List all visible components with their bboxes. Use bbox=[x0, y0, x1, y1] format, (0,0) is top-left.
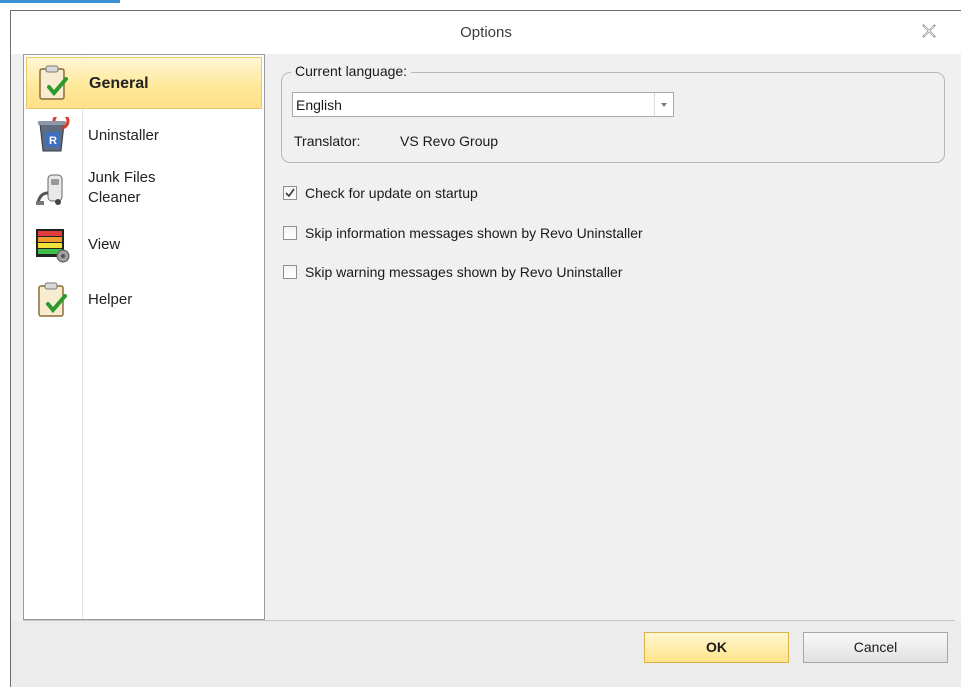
translator-value: VS Revo Group bbox=[400, 133, 499, 149]
check-update-label: Check for update on startup bbox=[305, 185, 478, 201]
recycle-bin-icon: R bbox=[34, 112, 70, 153]
sidebar-item-label: General bbox=[89, 75, 149, 92]
options-sidebar: General R Uninstaller Junk Files Cleaner… bbox=[23, 54, 265, 620]
sidebar-item-label: Uninstaller bbox=[88, 127, 159, 144]
sidebar-item-label: View bbox=[88, 236, 121, 253]
dialog-body: General R Uninstaller Junk Files Cleaner… bbox=[11, 54, 961, 620]
vacuum-cleaner-icon bbox=[34, 171, 70, 207]
sidebar-item-label: Junk Files Cleaner bbox=[88, 169, 156, 206]
sidebar-item-view[interactable]: View bbox=[26, 221, 262, 269]
sidebar-item-helper[interactable]: Helper bbox=[26, 275, 262, 325]
chevron-down-icon[interactable] bbox=[654, 93, 673, 116]
clipboard-check-icon bbox=[34, 282, 70, 318]
checkbox-unchecked[interactable] bbox=[283, 226, 297, 240]
sidebar-item-uninstaller[interactable]: R Uninstaller bbox=[26, 112, 262, 157]
color-grid-icon bbox=[34, 227, 70, 263]
language-group: Current language: English Translator: VS… bbox=[281, 63, 945, 163]
language-select-value: English bbox=[296, 97, 342, 113]
translator-label: Translator: bbox=[294, 133, 361, 149]
skip-warning-messages-label: Skip warning messages shown by Revo Unin… bbox=[305, 264, 623, 280]
checkbox-unchecked[interactable] bbox=[283, 265, 297, 279]
skip-info-messages-label: Skip information messages shown by Revo … bbox=[305, 225, 643, 241]
language-group-label: Current language: bbox=[291, 63, 412, 79]
cancel-button[interactable]: Cancel bbox=[803, 632, 948, 663]
options-dialog: Options General R Uninstaller Junk Files… bbox=[10, 10, 961, 687]
clipboard-check-icon bbox=[35, 65, 71, 101]
title-bar: Options bbox=[11, 11, 961, 54]
ok-button[interactable]: OK bbox=[644, 632, 789, 663]
dialog-footer: OK Cancel bbox=[11, 621, 961, 687]
sidebar-item-label: Helper bbox=[88, 291, 133, 308]
sidebar-item-junk-files-cleaner[interactable]: Junk Files Cleaner bbox=[26, 161, 262, 217]
window-title: Options bbox=[460, 24, 512, 41]
svg-text:R: R bbox=[49, 135, 57, 147]
top-accent-bar bbox=[0, 0, 120, 3]
close-icon[interactable] bbox=[919, 21, 939, 41]
language-select[interactable]: English bbox=[292, 92, 674, 117]
sidebar-item-general[interactable]: General bbox=[26, 57, 262, 109]
checkbox-checked[interactable] bbox=[283, 186, 297, 200]
